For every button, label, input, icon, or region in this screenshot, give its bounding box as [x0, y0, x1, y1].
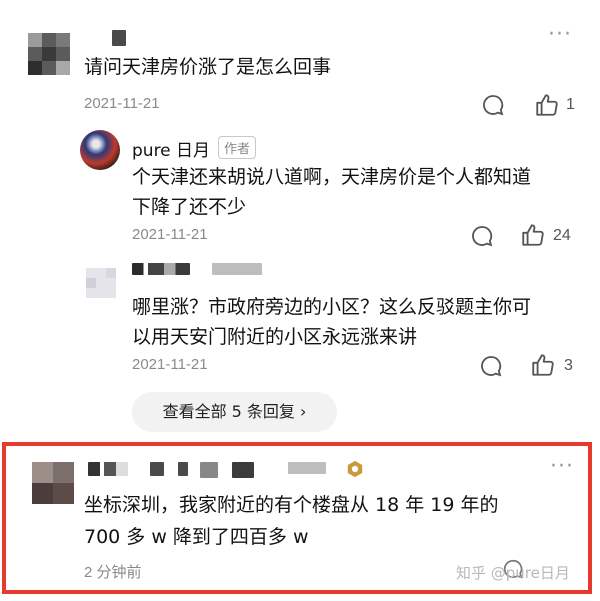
avatar[interactable] [28, 33, 70, 75]
author-name[interactable]: pure 日月 [132, 136, 210, 161]
username-pixelated[interactable] [178, 462, 188, 476]
username-pixelated[interactable] [132, 263, 190, 275]
watermark: 知乎 @pure日月 [456, 564, 570, 582]
avatar[interactable] [32, 462, 74, 504]
username-pixelated[interactable] [288, 462, 326, 474]
username-pixelated[interactable] [112, 30, 126, 46]
reply-icon[interactable] [479, 354, 503, 378]
comment-date: 2021-11-21 [132, 356, 208, 373]
username-pixelated[interactable] [200, 462, 218, 478]
comment-text-line-1: 个天津还来胡说八道啊，天津房价是个人都知道 [132, 166, 532, 188]
comment-date: 2021-11-21 [84, 95, 160, 112]
like-icon[interactable] [534, 92, 560, 118]
username-pixelated[interactable] [150, 462, 164, 476]
like-count: 1 [566, 96, 575, 113]
comment-date: 2 分钟前 [84, 564, 142, 581]
username-pixelated[interactable] [212, 263, 262, 275]
avatar[interactable] [86, 268, 116, 298]
comment-text-line-1: 坐标深圳，我家附近的有个楼盘从 18 年 19 年的 [84, 494, 499, 516]
username-pixelated[interactable] [232, 462, 254, 478]
reply-icon[interactable] [470, 224, 494, 248]
more-icon[interactable]: ··· [550, 456, 574, 478]
like-count: 3 [564, 357, 573, 374]
like-icon[interactable] [530, 352, 556, 378]
more-icon[interactable]: ··· [548, 24, 572, 46]
username-pixelated[interactable] [88, 462, 128, 476]
comment-text-line-2: 下降了还不少 [132, 196, 247, 218]
reply-icon[interactable] [481, 93, 505, 117]
comment-text-line-2: 700 多 w 降到了四百多 w [84, 526, 309, 548]
badge-icon [346, 460, 364, 478]
like-count: 24 [553, 227, 571, 244]
comment-date: 2021-11-21 [132, 226, 208, 243]
comment-text-line-1: 哪里涨？市政府旁边的小区？这么反驳题主你可 [132, 296, 532, 318]
like-icon[interactable] [520, 222, 546, 248]
comment-text: 请问天津房价涨了是怎么回事 [84, 56, 332, 78]
avatar[interactable] [80, 130, 120, 170]
author-badge: 作者 [218, 136, 257, 159]
comment-text-line-2: 以用天安门附近的小区永远涨来讲 [132, 326, 418, 348]
view-all-replies-button[interactable]: 查看全部 5 条回复 › [132, 392, 337, 432]
